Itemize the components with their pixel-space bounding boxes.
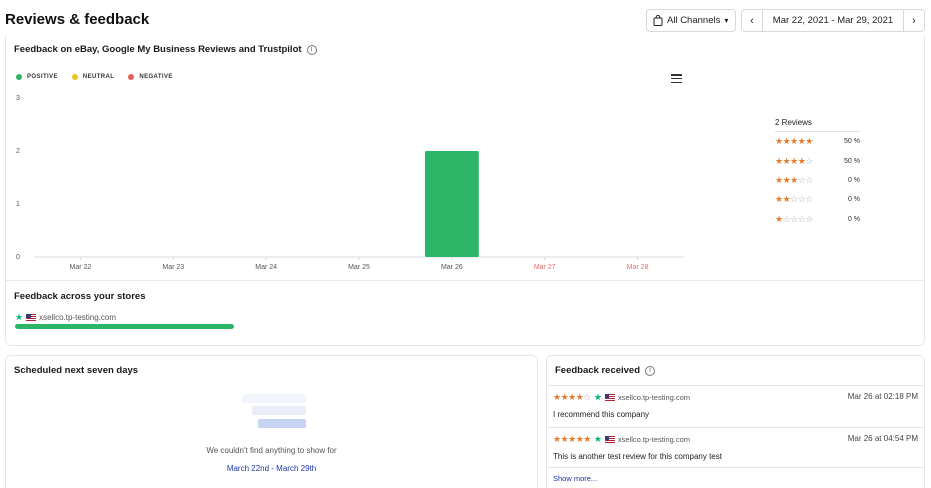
rating-percent: 0 %: [847, 196, 860, 204]
x-tick-label: Mar 24: [255, 264, 277, 271]
chevron-right-icon: ›: [912, 14, 916, 27]
x-tick-label: Mar 28: [627, 264, 649, 271]
store-item: ★ xsellco.tp-testing.com: [15, 312, 116, 323]
rating-row-3: ★★★☆☆ 0 %: [775, 171, 860, 190]
chart-menu-icon[interactable]: [671, 74, 682, 83]
feedback-chart-card: Feedback on eBay, Google My Business Rev…: [5, 36, 925, 346]
star-rating: ★★★☆☆: [775, 174, 813, 185]
review-store: xsellco.tp-testing.com: [617, 393, 691, 402]
rating-rows: ★★★★★ 50 % ★★★★☆ 50 % ★★★☆☆ 0 % ★★☆☆☆ 0 % ★☆☆☆☆ 0…: [775, 132, 860, 229]
rating-row-1: ★☆☆☆☆ 0 %: [775, 210, 860, 229]
review-header: ★★★★★ ★ xsellco.tp-testing.com: [553, 434, 690, 445]
feedback-received-title: Feedback received i: [555, 365, 656, 376]
legend-item-neutral[interactable]: NEUTRAL: [71, 74, 115, 80]
empty-date-range: March 22nd - March 29th: [226, 464, 317, 473]
x-tick-label: Mar 27: [534, 264, 556, 271]
y-tick-label: 1: [16, 201, 20, 208]
show-more-link[interactable]: Show more...: [553, 474, 597, 483]
x-tick-label: Mar 25: [348, 264, 370, 271]
next-range-button[interactable]: ›: [904, 10, 924, 31]
prev-range-button[interactable]: ‹: [742, 10, 762, 31]
chart-card-title: Feedback on eBay, Google My Business Rev…: [14, 44, 317, 55]
rating-percent: 50 %: [844, 157, 860, 165]
trustpilot-star-icon: ★: [15, 312, 24, 322]
us-flag-icon: [604, 394, 615, 401]
us-flag-icon: [604, 436, 615, 443]
store-name: xsellco.tp-testing.com: [39, 313, 116, 322]
rating-percent: 0 %: [847, 176, 860, 184]
rating-row-4: ★★★★☆ 50 %: [775, 151, 860, 170]
store-share-bar: [15, 324, 234, 329]
shopping-bag-icon: [653, 15, 663, 26]
rating-row-5: ★★★★★ 50 %: [775, 132, 860, 151]
y-tick-label: 0: [16, 254, 20, 261]
chevron-down-icon: ▾: [724, 16, 729, 25]
feedback-bar-chart: 0 1 2 3 Mar 22 Mar 23 Mar 24 Mar 25 Mar 26 Mar 27…: [16, 95, 684, 271]
y-tick-label: 3: [16, 95, 20, 102]
channels-label: All Channels: [667, 15, 721, 26]
legend-dot-negative: [128, 74, 135, 80]
legend-dot-positive: [16, 74, 22, 80]
stores-title: Feedback across your stores: [14, 291, 146, 302]
y-tick-label: 2: [16, 148, 20, 155]
rating-percent: 50 %: [844, 138, 860, 146]
chart-legend: POSITIVE NEUTRAL NEGATIVE: [16, 74, 173, 80]
card-divider: [6, 280, 924, 281]
info-icon[interactable]: i: [645, 365, 656, 376]
total-reviews: 2 Reviews: [775, 118, 860, 132]
review-header: ★★★★☆ ★ xsellco.tp-testing.com: [553, 392, 690, 403]
legend-dot-neutral: [71, 74, 78, 80]
date-range-picker: ‹ Mar 22, 2021 - Mar 29, 2021 ›: [741, 9, 925, 32]
review-text: This is another test review for this com…: [553, 452, 722, 461]
feedback-received-title-text: Feedback received: [555, 365, 641, 376]
legend-label-positive: POSITIVE: [27, 74, 58, 80]
review-date: Mar 26 at 04:54 PM: [847, 434, 918, 443]
channels-dropdown[interactable]: All Channels ▾: [646, 9, 736, 32]
review-text: I recommend this company: [553, 410, 650, 419]
scheduled-title: Scheduled next seven days: [14, 365, 139, 376]
date-range-label: Mar 22, 2021 - Mar 29, 2021: [772, 15, 894, 26]
legend-item-negative[interactable]: NEGATIVE: [128, 74, 172, 80]
x-tick-label: Mar 22: [70, 264, 92, 271]
us-flag-icon: [26, 314, 37, 321]
star-rating: ★★★★★: [553, 434, 591, 444]
legend-label-negative: NEGATIVE: [139, 74, 173, 80]
star-rating: ★★★★☆: [553, 392, 591, 402]
star-rating: ★★★★★: [775, 136, 813, 147]
review-item[interactable]: ★★★★☆ ★ xsellco.tp-testing.com Mar 26 at…: [547, 385, 924, 427]
info-icon[interactable]: i: [306, 44, 317, 55]
rating-percent: 0 %: [847, 215, 860, 223]
star-rating: ★★☆☆☆: [775, 194, 813, 205]
review-item[interactable]: ★★★★★ ★ xsellco.tp-testing.com Mar 26 at…: [547, 427, 924, 469]
star-rating: ★★★★☆: [775, 155, 813, 166]
page-title: Reviews & feedback: [5, 11, 150, 28]
bar-positive-mar-26[interactable]: [424, 151, 479, 257]
x-tick-label: Mar 23: [162, 264, 184, 271]
trustpilot-star-icon: ★: [593, 392, 602, 402]
legend-item-positive[interactable]: POSITIVE: [16, 74, 58, 80]
review-store: xsellco.tp-testing.com: [617, 435, 691, 444]
date-range-button[interactable]: Mar 22, 2021 - Mar 29, 2021: [762, 10, 904, 31]
star-rating: ★☆☆☆☆: [775, 213, 813, 224]
chevron-left-icon: ‹: [750, 14, 754, 27]
legend-label-neutral: NEUTRAL: [82, 74, 115, 80]
review-date: Mar 26 at 02:18 PM: [847, 392, 918, 401]
show-more-divider: [547, 467, 924, 468]
empty-state-illustration: [236, 391, 306, 431]
empty-message: We couldn't find anything to show for: [206, 446, 337, 455]
chart-card-title-text: Feedback on eBay, Google My Business Rev…: [14, 44, 302, 55]
trustpilot-star-icon: ★: [593, 434, 602, 444]
rating-summary: 2 Reviews ★★★★★ 50 % ★★★★☆ 50 % ★★★☆☆ 0 % ★★☆☆…: [775, 118, 860, 229]
x-tick-label: Mar 26: [441, 264, 463, 271]
rating-row-2: ★★☆☆☆ 0 %: [775, 190, 860, 209]
feedback-received-card: Feedback received i ★★★★☆ ★ xsellco.tp-t…: [546, 355, 925, 488]
scheduled-card: Scheduled next seven days We couldn't fi…: [5, 355, 538, 488]
